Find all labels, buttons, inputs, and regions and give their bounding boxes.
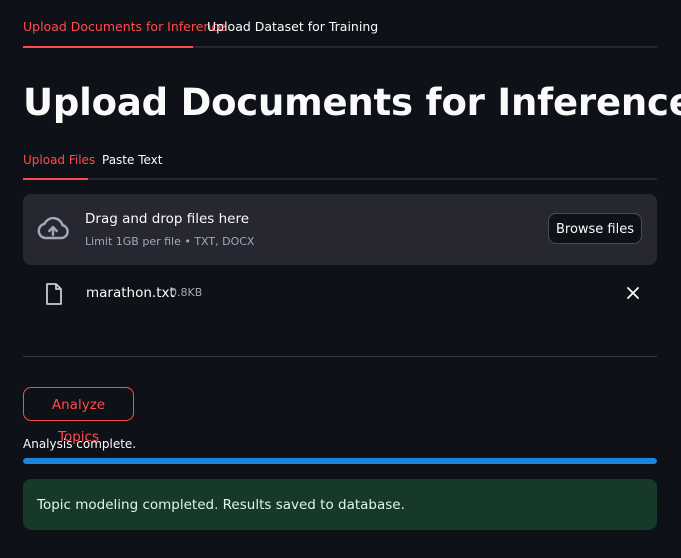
- tab-paste-text[interactable]: Paste Text: [102, 152, 162, 168]
- tab-upload-documents[interactable]: Upload Documents for Inference: [23, 19, 226, 35]
- file-icon: [46, 283, 62, 305]
- page-title: Upload Documents for Inference: [23, 81, 681, 124]
- active-subtab-indicator: [23, 178, 88, 180]
- progress-bar: [23, 458, 657, 464]
- cloud-upload-icon: [37, 216, 69, 240]
- input-tab-bar: Upload Files Paste Text: [23, 146, 657, 180]
- dropzone-limit-text: Limit 1GB per file • TXT, DOCX: [85, 235, 255, 248]
- progress-bar-fill: [23, 458, 657, 464]
- file-size: 0.8KB: [170, 286, 203, 299]
- dropzone-title: Drag and drop files here: [85, 211, 250, 227]
- progress-status-text: Analysis complete.: [23, 437, 137, 451]
- section-divider: [23, 356, 657, 357]
- analyze-topics-button[interactable]: Analyze Topics: [23, 387, 134, 445]
- active-tab-indicator: [23, 46, 193, 48]
- success-alert: Topic modeling completed. Results saved …: [23, 479, 657, 530]
- uploaded-file-item: marathon.txt 0.8KB: [23, 278, 657, 308]
- browse-files-button[interactable]: Browse files: [548, 213, 642, 244]
- tab-upload-files[interactable]: Upload Files: [23, 152, 95, 168]
- close-icon[interactable]: [625, 285, 641, 301]
- success-message: Topic modeling completed. Results saved …: [37, 497, 405, 513]
- file-dropzone[interactable]: Drag and drop files here Limit 1GB per f…: [23, 194, 657, 265]
- file-name: marathon.txt: [86, 285, 175, 301]
- tab-upload-dataset[interactable]: Upload Dataset for Training: [207, 19, 378, 35]
- main-tab-bar: Upload Documents for Inference Upload Da…: [23, 0, 657, 48]
- app-page: Upload Documents for Inference Upload Da…: [0, 0, 681, 558]
